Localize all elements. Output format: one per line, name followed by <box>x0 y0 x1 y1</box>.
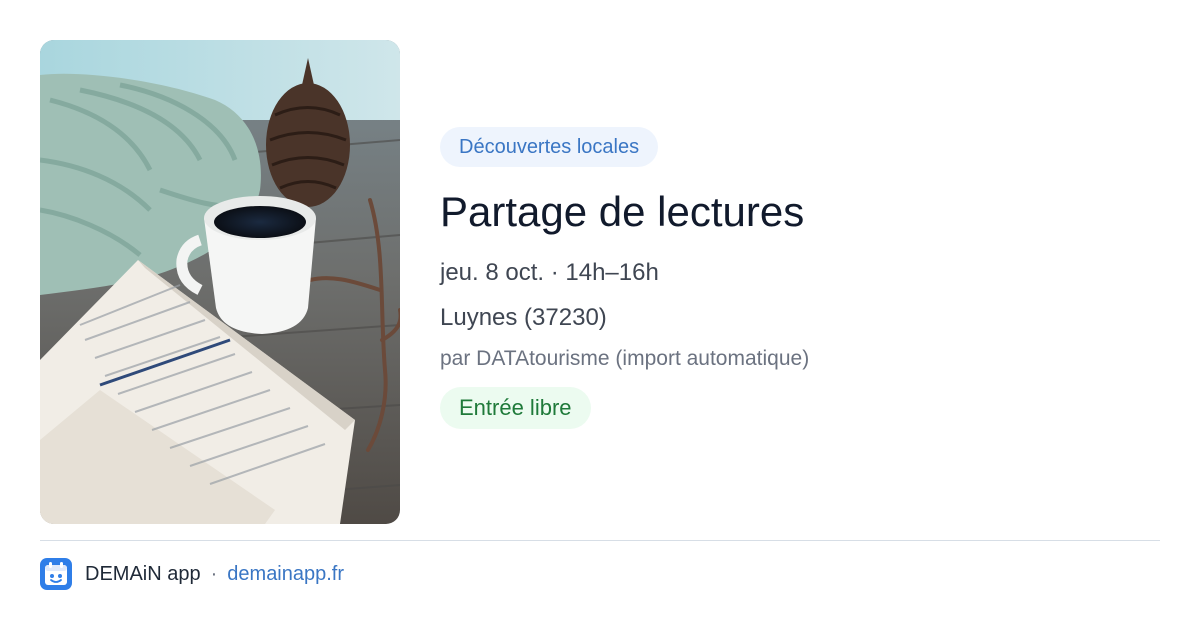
footer: DEMAiN app · demainapp.fr <box>40 558 344 590</box>
event-datetime: jeu. 8 oct. · 14h–16h <box>440 259 659 286</box>
demain-app-icon <box>40 558 72 590</box>
event-photo <box>40 40 400 524</box>
price-badge: Entrée libre <box>440 387 591 429</box>
footer-separator: · <box>210 562 218 585</box>
event-info: Découvertes locales Partage de lectures … <box>440 127 1160 429</box>
event-title: Partage de lectures <box>440 188 805 235</box>
app-name: DEMAiN app <box>85 562 201 585</box>
event-location: Luynes (37230) <box>440 304 607 331</box>
category-badge[interactable]: Découvertes locales <box>440 127 659 167</box>
footer-divider <box>40 540 1160 541</box>
site-link[interactable]: demainapp.fr <box>227 563 344 586</box>
event-source: par DATAtourisme (import automatique) <box>440 347 810 370</box>
